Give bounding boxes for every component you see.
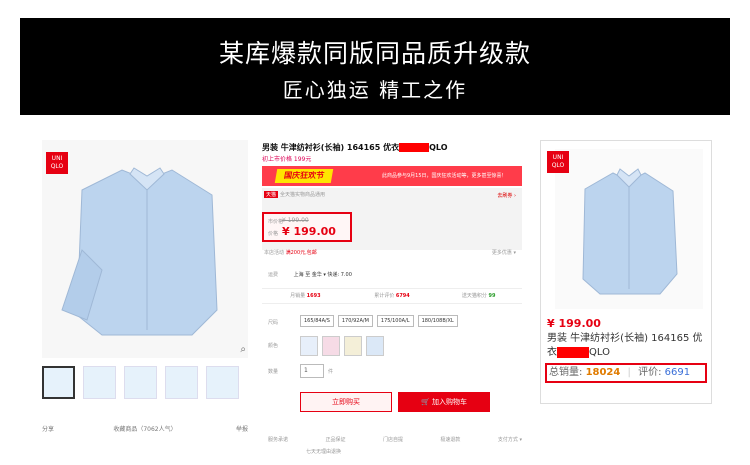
size-option[interactable]: 170/92A/M xyxy=(337,315,373,327)
sales-stats: 月销量 1693 累计评价 6794 送天猫积分 99 xyxy=(262,288,522,304)
store-pickup[interactable]: 门店自提 xyxy=(383,436,403,443)
color-swatch[interactable] xyxy=(366,336,384,356)
tmall-coupon-text: 全天猫实物商品通用 xyxy=(280,192,326,198)
color-swatch[interactable] xyxy=(344,336,362,356)
quantity-label: 数量 xyxy=(268,369,279,375)
store-benefit: 本店活动 满200元,包邮 xyxy=(264,249,317,256)
card-stats: 总销量: 18024 | 评价: 6691 xyxy=(545,363,707,383)
current-price-label: 价格 xyxy=(268,231,279,237)
shirt-image xyxy=(61,167,218,336)
original-price-label: 市价格 xyxy=(268,219,284,225)
shipping-label: 运费 xyxy=(268,272,279,278)
benefit-label: 本店活动 xyxy=(264,250,285,256)
genuine-guarantee[interactable]: 正品保证 xyxy=(325,436,345,443)
product-title-text: 男装 牛津纺衬衫(长袖) 164165 优衣 xyxy=(262,143,400,152)
add-to-cart-button[interactable]: 🛒 加入购物车 xyxy=(398,392,490,412)
divider: | xyxy=(627,367,631,378)
shipping-value[interactable]: 上海 至 金华 ▾ 快递: 7.00 xyxy=(294,272,352,278)
brand-logo: UNI QLO xyxy=(46,152,68,174)
product-title-suffix: QLO xyxy=(429,143,448,152)
card-title-suffix: QLO xyxy=(589,347,610,358)
brand-logo: UNI QLO xyxy=(547,151,569,173)
banner-subtitle: 匠心独运 精工之作 xyxy=(282,78,468,102)
service-links: 服务承诺 正品保证 门店自提 极速退款 支付方式 ▾ xyxy=(268,436,522,443)
promo-text: 此商品参与9月15日，国庆狂欢活动等，更多甚至惊喜！ xyxy=(382,173,507,179)
product-detail: 男装 牛津纺衬衫(长袖) 164165 优衣 QLO 初上市价格 199元 国庆狂… xyxy=(262,138,522,458)
size-option[interactable]: 175/100A/L xyxy=(376,315,414,327)
tmall-points: 送天猫积分 99 xyxy=(461,293,496,299)
payment-methods[interactable]: 支付方式 ▾ xyxy=(498,436,522,443)
thumbnail-strip xyxy=(42,366,248,406)
favorite-link[interactable]: 收藏商品（7062人气） xyxy=(113,424,176,433)
size-option[interactable]: 180/108B/XL xyxy=(417,315,458,327)
total-sales-label: 总销量: xyxy=(549,367,583,378)
card-price: ¥ 199.00 xyxy=(547,317,601,330)
review-count[interactable]: 6691 xyxy=(665,367,690,378)
benefit-value: 满200元,包邮 xyxy=(285,250,317,256)
redaction-mask xyxy=(399,143,430,152)
card-title: 男装 牛津纺衬衫(长袖) 164165 优衣 QLO xyxy=(547,332,709,360)
original-price: ¥ 199.00 xyxy=(282,217,309,224)
size-options: 165/84A/S 170/92A/M 175/100A/L 180/108B/… xyxy=(300,315,458,327)
color-swatch[interactable] xyxy=(300,336,318,356)
monthly-sales: 月销量 1693 xyxy=(290,293,321,299)
card-product-image xyxy=(555,149,703,309)
color-label: 颜色 xyxy=(268,343,279,349)
main-product-image[interactable]: UNI QLO ⌕ xyxy=(42,140,248,358)
coupon-link[interactable]: 去刷券 › xyxy=(497,192,516,199)
thumbnail[interactable] xyxy=(206,366,239,399)
thumbnail[interactable] xyxy=(165,366,198,399)
review-label: 评价: xyxy=(638,367,662,378)
quantity-stepper[interactable]: 1 xyxy=(300,364,324,378)
redaction-mask xyxy=(557,346,589,358)
buy-now-button[interactable]: 立即购买 xyxy=(300,392,392,412)
color-swatch[interactable] xyxy=(322,336,340,356)
size-label: 尺码 xyxy=(268,320,279,326)
tmall-tag: 天猫 xyxy=(264,191,279,198)
promo-banner: 某库爆款同版同品质升级款 匠心独运 精工之作 xyxy=(20,18,730,115)
price-highlight: 市价格 ¥ 199.00 价格 ¥ 199.00 xyxy=(262,212,352,242)
shipping-row: 运费 上海 至 金华 ▾ 快递: 7.00 xyxy=(268,271,352,278)
more-benefits-link[interactable]: 更多优惠 ▾ xyxy=(492,249,516,256)
promo-badge: 国庆狂欢节 xyxy=(274,169,334,183)
promo-strip[interactable]: 国庆狂欢节 此商品参与9月15日，国庆狂欢活动等，更多甚至惊喜！ xyxy=(262,166,522,186)
report-link[interactable]: 举报 xyxy=(236,424,248,433)
return-policy: 七天无理由退换 xyxy=(306,449,342,455)
fast-refund[interactable]: 极速退款 xyxy=(440,436,460,443)
product-gallery: UNI QLO ⌕ 分享 收藏商品（7062人气） 举报 xyxy=(42,140,248,440)
product-title: 男装 牛津纺衬衫(长袖) 164165 优衣 QLO xyxy=(262,142,448,153)
thumbnail[interactable] xyxy=(83,366,116,399)
share-link[interactable]: 分享 xyxy=(42,424,54,433)
quantity-unit: 件 xyxy=(328,369,334,375)
color-options xyxy=(300,336,384,356)
add-to-cart-label: 加入购物车 xyxy=(431,398,467,406)
size-option[interactable]: 165/84A/S xyxy=(300,315,334,327)
total-reviews[interactable]: 累计评价 6794 xyxy=(349,289,436,303)
share-row: 分享 收藏商品（7062人气） 举报 xyxy=(42,424,248,433)
thumbnail[interactable] xyxy=(124,366,157,399)
current-price: ¥ 199.00 xyxy=(282,225,336,238)
launch-price-note: 初上市价格 199元 xyxy=(262,156,312,163)
zoom-icon[interactable]: ⌕ xyxy=(240,344,246,355)
product-card[interactable]: UNI QLO ¥ 199.00 男装 牛津纺衬衫(长袖) 164165 优衣 Q… xyxy=(540,140,712,404)
thumbnail[interactable] xyxy=(42,366,75,399)
banner-title: 某库爆款同版同品质升级款 xyxy=(218,39,531,68)
total-sales-value: 18024 xyxy=(585,367,621,378)
service-promise: 服务承诺 xyxy=(268,437,289,443)
shirt-image xyxy=(582,168,678,295)
